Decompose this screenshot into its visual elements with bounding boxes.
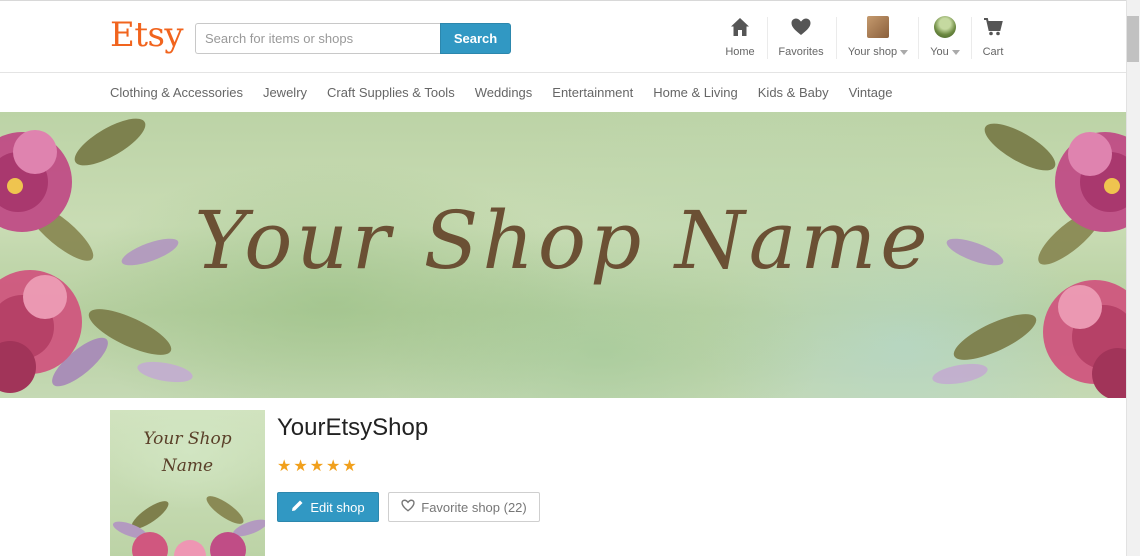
- category-vintage[interactable]: Vintage: [849, 85, 893, 100]
- star-icon: ★: [342, 458, 357, 475]
- nav-divider: [971, 17, 972, 59]
- nav-your-shop-label: Your shop: [847, 46, 898, 58]
- category-kids-baby[interactable]: Kids & Baby: [758, 85, 829, 100]
- shop-rating: ★ ★ ★ ★ ★: [277, 459, 357, 475]
- search-button[interactable]: Search: [440, 23, 511, 54]
- edit-shop-label: Edit shop: [310, 499, 365, 515]
- edit-shop-button[interactable]: Edit shop: [277, 492, 379, 522]
- nav-home-label: Home: [725, 46, 755, 58]
- nav-divider: [836, 17, 837, 59]
- favorite-shop-label: Favorite shop (22): [421, 499, 527, 515]
- etsy-logo[interactable]: Etsy: [110, 15, 184, 55]
- cart-icon: [983, 15, 1003, 39]
- pencil-icon: [291, 499, 304, 515]
- category-craft-supplies[interactable]: Craft Supplies & Tools: [327, 85, 455, 100]
- search-input[interactable]: [195, 23, 441, 54]
- nav-home[interactable]: Home: [724, 15, 756, 63]
- star-icon: ★: [277, 458, 292, 475]
- category-jewelry[interactable]: Jewelry: [263, 85, 307, 100]
- category-weddings[interactable]: Weddings: [475, 85, 533, 100]
- site-header: Etsy Search Home Favorites Your shop You…: [0, 0, 1140, 73]
- chevron-down-icon: [951, 49, 960, 55]
- star-icon: ★: [309, 458, 325, 475]
- favorite-shop-button[interactable]: Favorite shop (22): [388, 492, 540, 522]
- nav-you[interactable]: You: [928, 15, 962, 63]
- home-icon: [730, 15, 750, 39]
- star-icon: ★: [326, 458, 341, 475]
- nav-divider: [918, 17, 919, 59]
- nav-cart[interactable]: Cart: [980, 15, 1006, 63]
- shop-thumbnail: [867, 16, 889, 38]
- page-scrollbar[interactable]: [1126, 0, 1140, 556]
- nav-your-shop[interactable]: Your shop: [846, 15, 910, 63]
- category-clothing-accessories[interactable]: Clothing & Accessories: [110, 85, 243, 100]
- banner-title: Your Shop Name: [194, 194, 932, 287]
- heart-icon: [791, 15, 811, 39]
- category-bar: Clothing & Accessories Jewelry Craft Sup…: [0, 74, 1126, 112]
- user-avatar: [934, 16, 956, 38]
- shop-name: YourEtsyShop: [277, 414, 429, 441]
- scrollbar-thumb[interactable]: [1127, 16, 1139, 62]
- shop-icon-image: Your Shop Name: [110, 410, 265, 556]
- chevron-down-icon: [900, 49, 909, 55]
- shop-icon-florals: [112, 496, 265, 556]
- heart-outline-icon: [401, 499, 415, 515]
- star-icon: ★: [293, 458, 308, 475]
- nav-favorites-label: Favorites: [778, 46, 824, 58]
- nav-divider: [767, 17, 768, 59]
- category-list: Clothing & Accessories Jewelry Craft Sup…: [110, 85, 912, 100]
- nav-you-label: You: [930, 46, 949, 58]
- category-entertainment[interactable]: Entertainment: [552, 85, 633, 100]
- category-home-living[interactable]: Home & Living: [653, 85, 738, 100]
- nav-favorites[interactable]: Favorites: [777, 15, 825, 63]
- nav-cart-label: Cart: [982, 46, 1004, 58]
- shop-banner: Your Shop Name: [0, 112, 1126, 398]
